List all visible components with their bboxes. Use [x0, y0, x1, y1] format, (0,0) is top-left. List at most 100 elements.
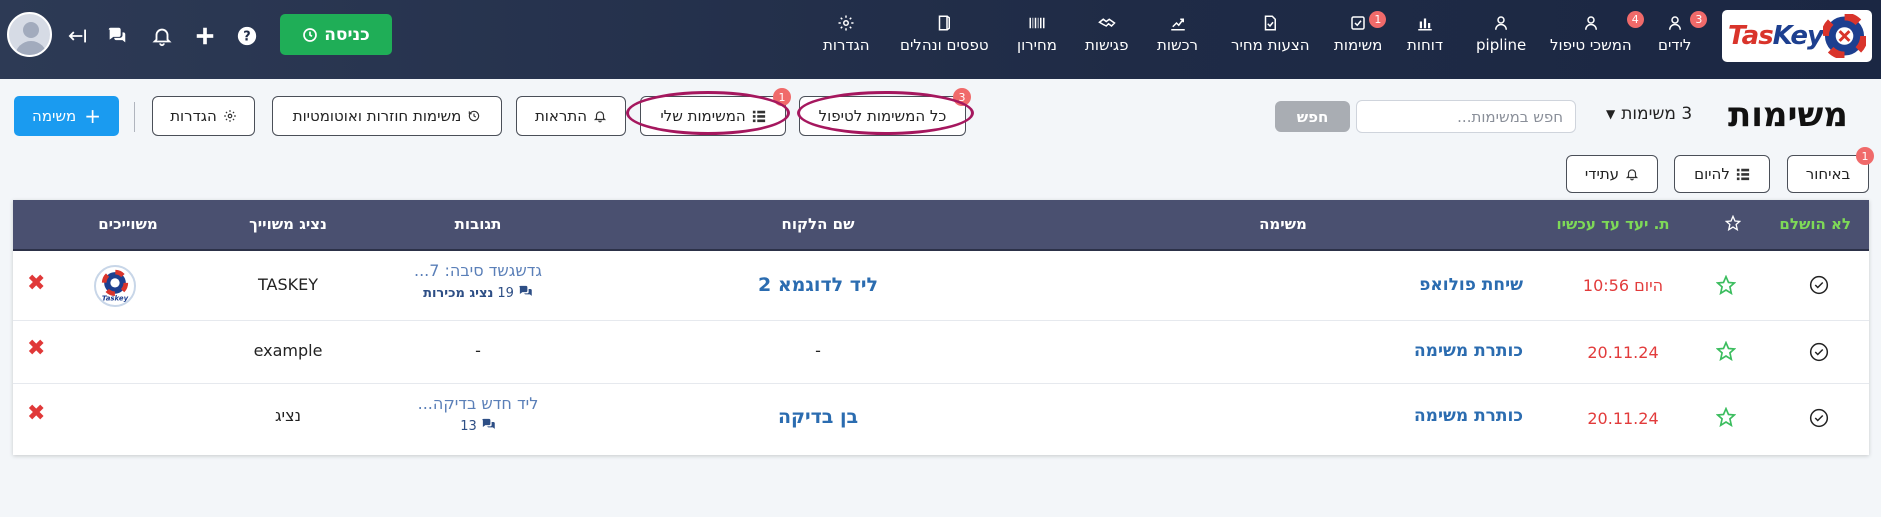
table-row[interactable]: היום 10:56 שיחת פולואפ ליד לדוגמא 2 גדשג… — [13, 251, 1869, 321]
all-tasks-button[interactable]: כל המשימות לטיפול 3 — [799, 88, 971, 136]
alerts-label: התראות — [534, 107, 588, 125]
alerts-button[interactable]: התראות — [516, 96, 626, 136]
enter-button[interactable]: כניסה — [280, 14, 392, 55]
list-icon — [752, 110, 765, 123]
due-date: היום 10:56 — [1582, 276, 1664, 295]
task-count-label: 3 משימות — [1621, 104, 1693, 124]
comment-icon — [518, 285, 533, 302]
recurring-tasks-button[interactable]: משימות חוזרות ואוטומטיות — [272, 96, 502, 136]
nav-meetings[interactable]: פגישות — [1085, 14, 1128, 54]
nav-forms[interactable]: טפסים ונהלים — [900, 14, 989, 54]
plus-icon[interactable] — [192, 23, 218, 49]
complete-toggle[interactable] — [1809, 275, 1829, 299]
delete-icon[interactable]: ✖ — [27, 271, 45, 296]
col-replies[interactable]: תגובות — [423, 215, 533, 233]
nav-settings[interactable]: הגדרות — [823, 14, 870, 54]
star-icon — [1715, 340, 1737, 362]
task-count-selector[interactable]: 3 משימות ▼ — [1606, 104, 1692, 124]
filter-future-label: עתידי — [1584, 165, 1620, 183]
delete-icon[interactable]: ✖ — [27, 336, 45, 361]
reply-text: ליד חדש בדיקה... — [417, 394, 539, 413]
filter-late-button[interactable]: באיחור 1 — [1787, 147, 1874, 193]
col-assignees[interactable]: משוייכים — [73, 215, 183, 233]
nav-label: מחירון — [1017, 36, 1057, 54]
help-icon[interactable]: ? — [234, 23, 260, 49]
handling-badge: 4 — [1626, 11, 1644, 28]
nav-reports[interactable]: דוחות — [1407, 14, 1443, 54]
nav-tasks[interactable]: משימות 1 — [1334, 11, 1387, 54]
col-due-date[interactable]: ת. יעד עד עכשיו — [1543, 215, 1683, 233]
assigned-rep: example — [253, 341, 323, 360]
table-row[interactable]: 20.11.24 כותרת משימה בן בדיקה ליד חדש בד… — [13, 384, 1869, 455]
bell-icon[interactable] — [149, 23, 175, 49]
taskey-logo[interactable]: TasKey — [1722, 10, 1872, 62]
settings-label: הגדרות — [170, 107, 217, 125]
reply-preview[interactable]: גדשגשד סיבה: 7... 19 נציג מכירות — [393, 261, 563, 302]
star-toggle[interactable] — [1715, 406, 1737, 431]
nav-quotes[interactable]: הצעות מחיר — [1231, 14, 1310, 54]
nav-pricelist[interactable]: מחירון — [1017, 14, 1057, 54]
nav-label: דוחות — [1407, 36, 1444, 54]
star-toggle[interactable] — [1715, 340, 1737, 365]
col-star[interactable] — [1718, 214, 1748, 235]
complete-toggle[interactable] — [1809, 408, 1829, 432]
new-task-button[interactable]: + משימה — [14, 96, 119, 136]
all-tasks-badge: 3 — [953, 88, 971, 106]
col-client-name[interactable]: שם הלקוח — [753, 215, 883, 233]
search-button[interactable]: חפש — [1275, 101, 1350, 132]
page-title: משימות — [1728, 95, 1848, 135]
col-not-done[interactable]: לא הושלם — [1779, 215, 1851, 233]
comment-icon — [481, 418, 496, 435]
filter-today-button[interactable]: להיום — [1674, 155, 1770, 193]
col-task[interactable]: משימה — [1223, 215, 1343, 233]
nav-leads[interactable]: לידים 3 — [1658, 11, 1708, 54]
delete-icon[interactable]: ✖ — [27, 401, 45, 426]
nav-purchases[interactable]: רכשות — [1157, 14, 1198, 54]
clock-icon — [303, 27, 318, 42]
filter-future-button[interactable]: עתידי — [1566, 155, 1658, 193]
my-tasks-badge: 1 — [773, 88, 791, 106]
history-icon — [469, 110, 480, 122]
list-icon — [1736, 168, 1749, 181]
document-icon — [1261, 14, 1279, 32]
nav-label: הגדרות — [823, 36, 870, 54]
plus-icon: + — [84, 104, 101, 128]
user-avatar[interactable] — [7, 12, 52, 57]
client-name-link[interactable]: בן בדיקה — [718, 406, 918, 428]
bell-icon — [593, 111, 607, 123]
task-title-link[interactable]: כותרת משימה — [1203, 341, 1523, 361]
nav-label: רכשות — [1157, 36, 1198, 54]
new-task-label: משימה — [32, 107, 77, 125]
task-title-link[interactable]: כותרת משימה — [1203, 406, 1523, 426]
reply-preview: - — [475, 341, 481, 360]
nav-label: משימות — [1334, 36, 1383, 54]
search-input[interactable] — [1356, 100, 1576, 133]
nav-pipeline[interactable]: pipline — [1476, 14, 1526, 54]
nav-label: טפסים ונהלים — [900, 36, 989, 54]
star-toggle[interactable] — [1715, 274, 1737, 299]
door-icon — [935, 14, 953, 32]
col-assigned-rep[interactable]: נציג משוייך — [223, 215, 353, 233]
check-circle-icon — [1809, 408, 1829, 428]
gear-icon — [223, 110, 236, 122]
enter-button-label: כניסה — [324, 24, 370, 45]
star-icon — [1715, 406, 1737, 428]
task-title-link[interactable]: שיחת פולואפ — [1203, 275, 1523, 295]
settings-button[interactable]: הגדרות — [152, 96, 255, 136]
my-tasks-button[interactable]: המשימות שלי 1 — [640, 88, 791, 136]
recurring-tasks-label: משימות חוזרות ואוטומטיות — [292, 107, 462, 125]
table-row[interactable]: 20.11.24 כותרת משימה - - example ✖ — [13, 321, 1869, 384]
assignee-avatar[interactable]: Taskey — [94, 265, 136, 307]
check-circle-icon — [1809, 342, 1829, 362]
reply-preview[interactable]: ליד חדש בדיקה... 13 — [393, 394, 563, 435]
lifebuoy-icon — [1822, 14, 1866, 58]
logout-icon[interactable] — [62, 23, 88, 49]
client-name-link[interactable]: ליד לדוגמא 2 — [718, 274, 918, 296]
complete-toggle[interactable] — [1809, 342, 1829, 366]
nav-handling[interactable]: המשכי טיפול 4 — [1550, 11, 1644, 54]
checkbox-icon — [1349, 14, 1367, 32]
logo-text: TasKey — [1728, 21, 1824, 51]
chat-icon[interactable] — [104, 23, 130, 49]
all-tasks-label: כל המשימות לטיפול — [818, 107, 947, 125]
my-tasks-label: המשימות שלי — [660, 107, 746, 125]
